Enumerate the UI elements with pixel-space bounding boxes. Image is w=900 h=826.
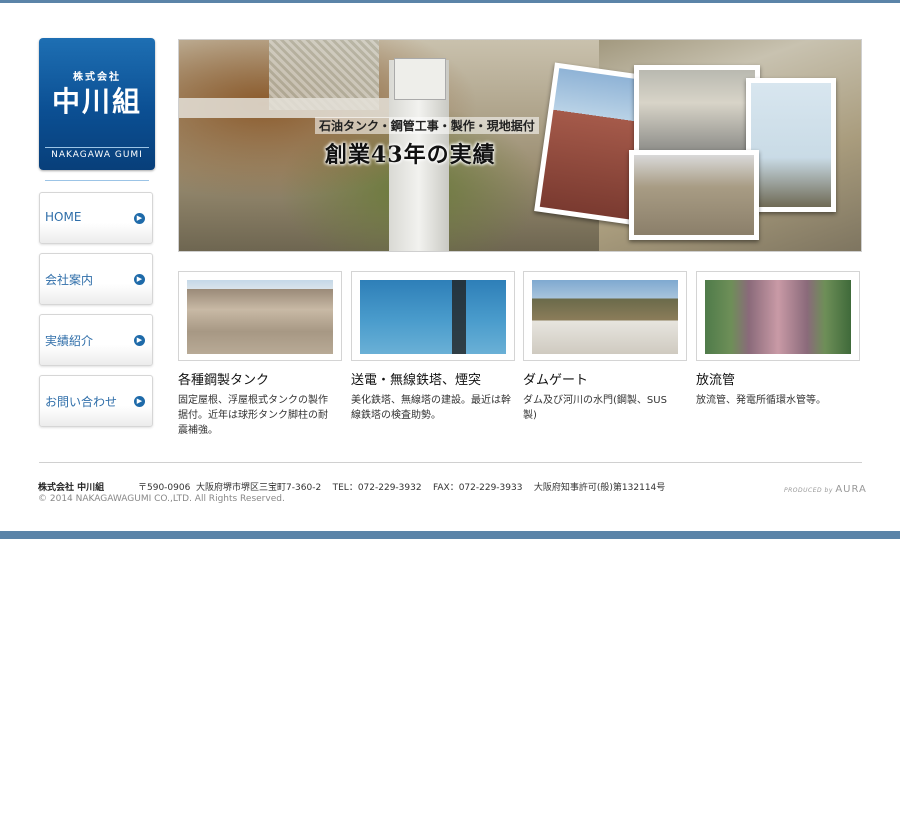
- nav-label: HOME: [45, 210, 82, 224]
- service-title: 各種鋼製タンク: [178, 373, 270, 388]
- chevron-right-circle-icon: ▶: [134, 274, 145, 285]
- bottom-accent-bar: [0, 531, 900, 539]
- chevron-right-circle-icon: ▶: [134, 213, 145, 224]
- footer-company-name: 株式会社 中川組: [38, 483, 105, 493]
- top-accent-bar: [0, 0, 900, 3]
- footer-copyright: © 2014 NAKAGAWAGUMI CO.,LTD. All Rights …: [38, 494, 285, 504]
- penstock-photo: [705, 280, 851, 354]
- company-logo[interactable]: 株式会社 中川組 NAKAGAWA GUMI: [39, 38, 155, 181]
- logo-divider: [45, 147, 149, 148]
- service-image-tank[interactable]: [178, 271, 342, 361]
- nav-works[interactable]: 実績紹介 ▶: [39, 314, 153, 366]
- footer-divider: [39, 462, 862, 463]
- service-image-dam-gate[interactable]: [523, 271, 687, 361]
- service-description: 美化鉄塔、無線塔の建設。最近は幹線鉄塔の検査助勢。: [351, 395, 511, 421]
- service-image-penstock[interactable]: [696, 271, 860, 361]
- service-description: ダム及び河川の水門(鋼製、SUS製): [523, 395, 667, 421]
- hero-photo-crane: [746, 78, 836, 212]
- service-description: 放流管、発電所循環水管等。: [696, 395, 826, 406]
- service-title: ダムゲート: [523, 373, 589, 388]
- service-description: 固定屋根、浮屋根式タンクの製作据付。近年は球形タンク脚柱の耐震補強。: [178, 395, 328, 436]
- logo-name: 中川組: [51, 85, 142, 118]
- logo-romanized: NAKAGAWA GUMI: [51, 150, 143, 160]
- service-image-tower[interactable]: [351, 271, 515, 361]
- nav-contact[interactable]: お問い合わせ ▶: [39, 375, 153, 427]
- tank-photo: [187, 280, 333, 354]
- chevron-right-circle-icon: ▶: [134, 335, 145, 346]
- hero-banner: 石油タンク・鋼管工事・製作・現地据付 創業43年の実績: [178, 39, 862, 252]
- service-title: 送電・無線鉄塔、煙突: [351, 373, 482, 388]
- produced-by-brand: AURA: [835, 484, 867, 495]
- produced-by-label: PRODUCED by: [784, 487, 833, 494]
- hero-subtitle: 石油タンク・鋼管工事・製作・現地据付: [315, 117, 539, 134]
- dam-gate-photo: [532, 280, 678, 354]
- hero-photo-tank: [629, 150, 759, 240]
- nav-label: 実績紹介: [45, 334, 94, 348]
- footer-address: 〒590-0906 大阪府堺市堺区三宝町7-360-2 TEL：072-229-…: [138, 483, 666, 493]
- hero-title: 創業43年の実績: [325, 142, 496, 168]
- nav-home[interactable]: HOME ▶: [39, 192, 153, 244]
- hero-tower-top: [394, 58, 446, 100]
- hero-photo-welding: [634, 65, 760, 157]
- nav-company[interactable]: 会社案内 ▶: [39, 253, 153, 305]
- produced-by-credit[interactable]: PRODUCED by AURA: [784, 484, 867, 495]
- nav-label: 会社案内: [45, 273, 94, 287]
- service-title: 放流管: [696, 373, 736, 388]
- nav-label: お問い合わせ: [45, 395, 118, 409]
- chevron-right-circle-icon: ▶: [134, 396, 145, 407]
- logo-divider-bottom: [45, 180, 149, 181]
- tower-photo: [360, 280, 506, 354]
